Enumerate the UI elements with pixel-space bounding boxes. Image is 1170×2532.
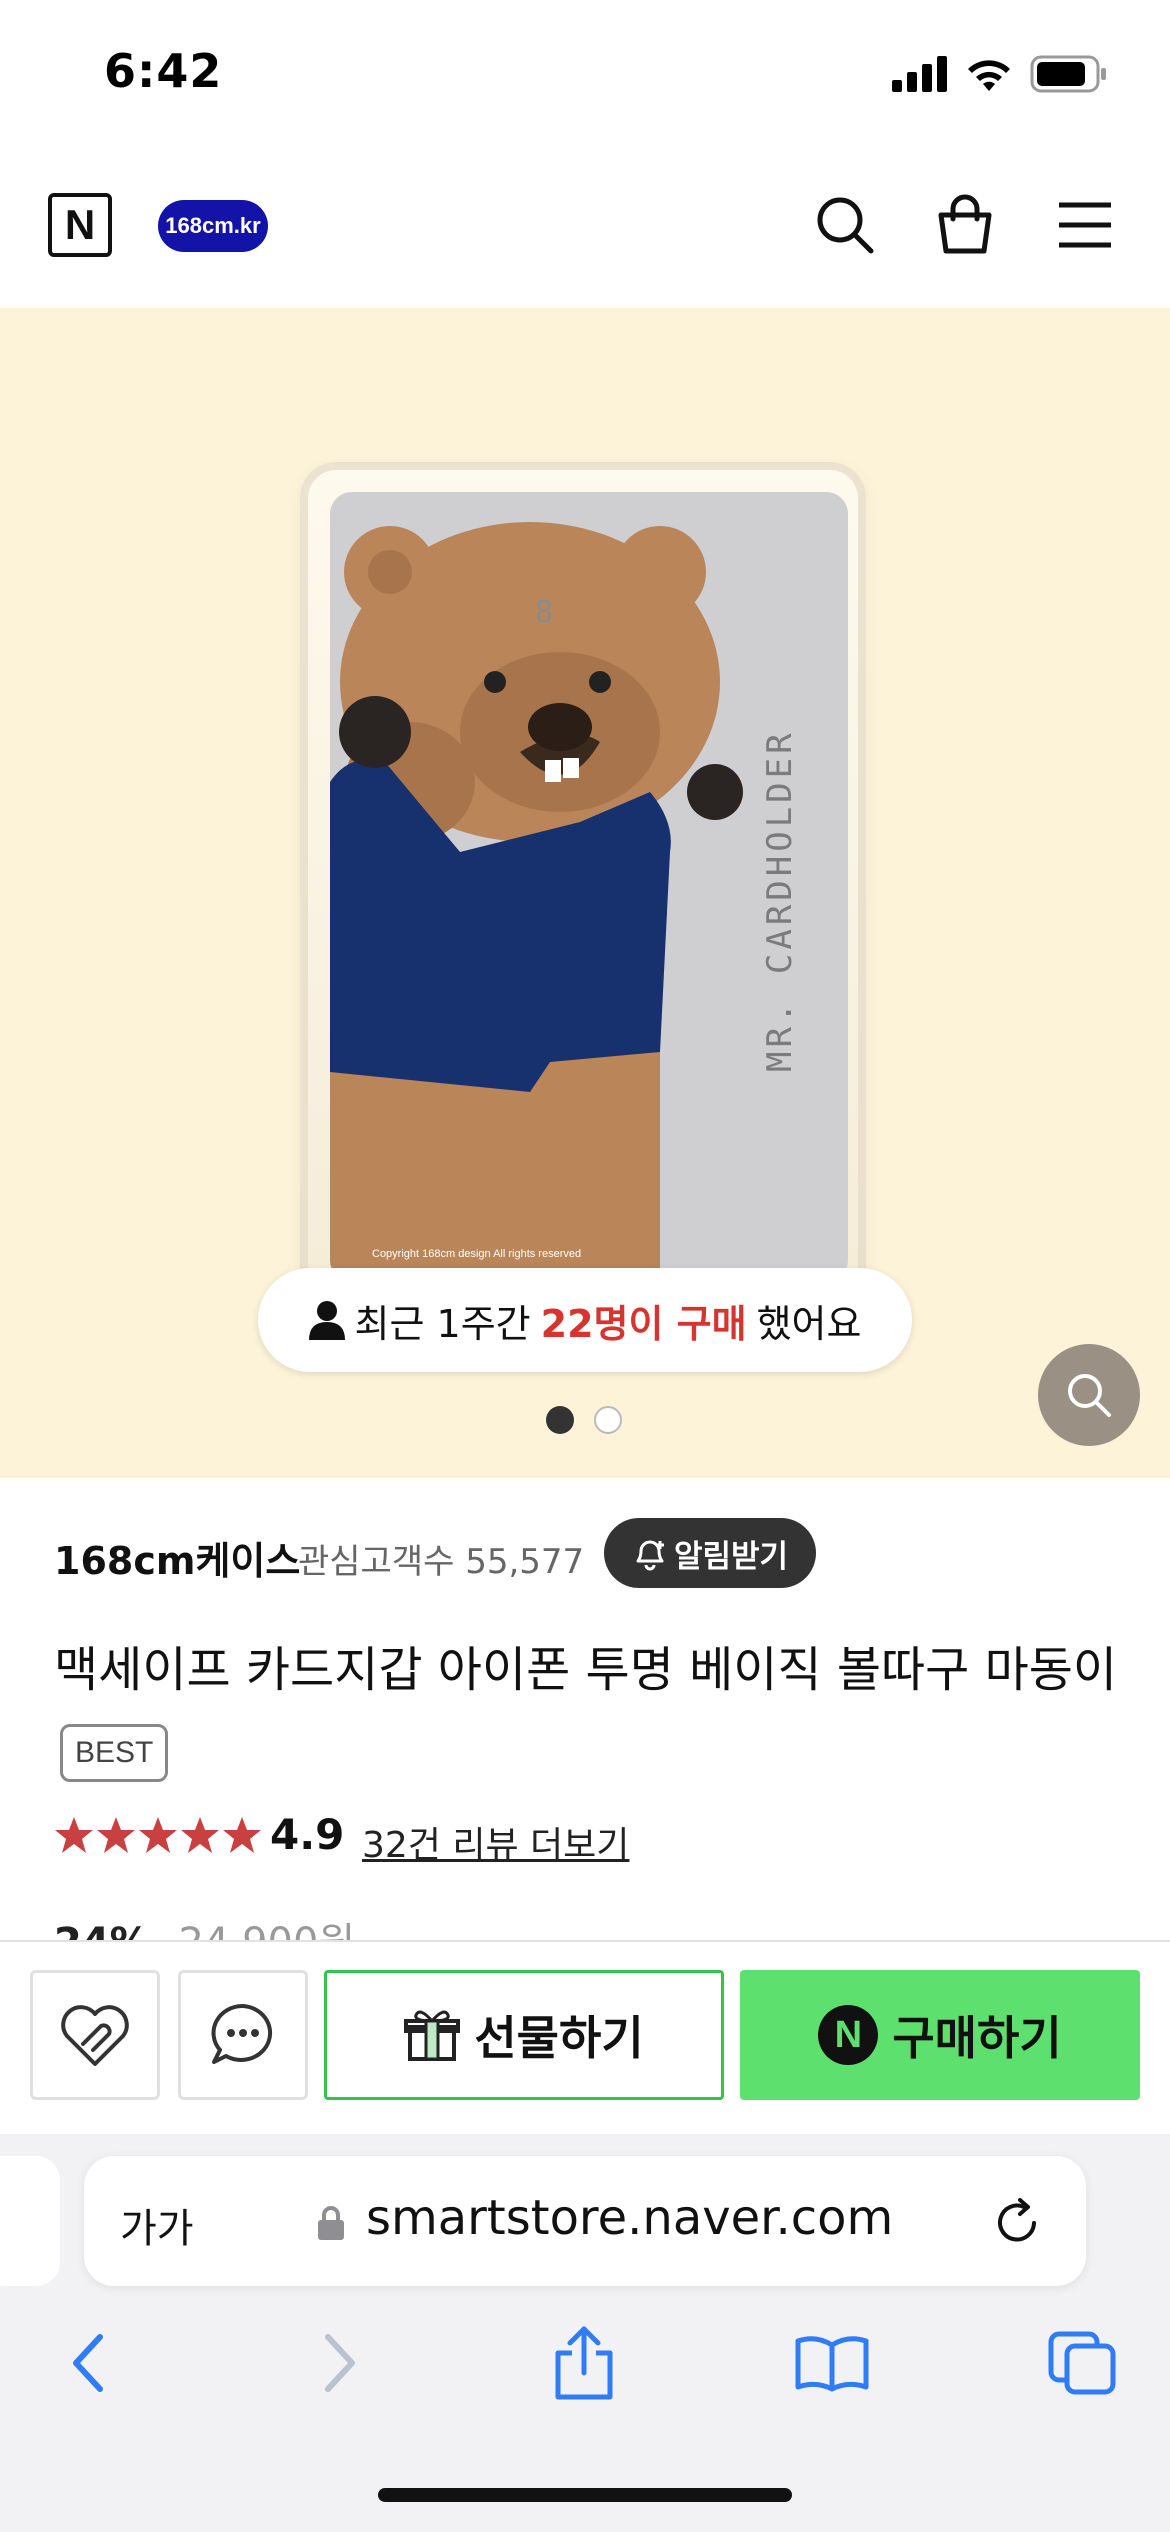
heart-clip-icon <box>61 2005 129 2066</box>
seller-name[interactable]: 168cm케이스 <box>54 1530 300 1585</box>
star-icon <box>97 1817 135 1853</box>
rating-value: 4.9 <box>270 1810 345 1859</box>
bookmarks-icon[interactable] <box>784 2318 880 2408</box>
status-time: 6:42 <box>104 44 223 98</box>
image-zoom-button[interactable] <box>1038 1344 1140 1446</box>
magnifier-icon <box>1068 1374 1111 1417</box>
card-holder-text: MR. CARDHOLDER <box>760 729 800 1072</box>
buy-label: 구매하기 <box>892 2011 1062 2065</box>
person-icon <box>308 1301 345 1340</box>
chat-button[interactable] <box>178 1970 308 2100</box>
gift-label: 선물하기 <box>474 2011 644 2065</box>
product-title-text: 맥세이프 카드지갑 아이폰 투명 베이직 볼따구 마동이 <box>54 1642 1118 1698</box>
search-icon[interactable] <box>810 190 880 260</box>
tabs-icon[interactable] <box>1034 2318 1130 2408</box>
buy-button[interactable]: N 구매하기 <box>740 1970 1140 2100</box>
back-icon[interactable] <box>40 2318 136 2408</box>
gift-button[interactable]: 선물하기 <box>324 1970 724 2100</box>
rating-stars <box>54 1815 262 1855</box>
recent-purchase-notice: 최근 1주간 22명이 구매 했어요 <box>258 1268 912 1372</box>
carousel-dot-active[interactable] <box>546 1406 574 1434</box>
svg-text:8: 8 <box>535 595 553 630</box>
gift-icon <box>404 2010 461 2061</box>
previous-tab-peek[interactable] <box>0 2156 60 2286</box>
status-icons <box>892 50 1108 98</box>
naver-pay-icon: N <box>818 2005 879 2065</box>
notice-prefix: 최근 1주간 <box>354 1301 531 1346</box>
cart-icon[interactable] <box>930 190 1000 260</box>
carousel-dot[interactable] <box>594 1406 622 1434</box>
wifi-icon <box>968 60 1010 91</box>
share-icon[interactable] <box>536 2318 632 2408</box>
naver-store-logo[interactable]: N <box>48 193 112 257</box>
star-icon <box>55 1817 93 1853</box>
notify-button[interactable]: 알림받기 <box>604 1518 816 1588</box>
copyright-text: Copyright 168cm design All rights reserv… <box>372 1248 582 1260</box>
reload-icon[interactable] <box>990 2196 1044 2250</box>
wishlist-button[interactable] <box>30 1970 160 2100</box>
url-text[interactable]: smartstore.naver.com <box>366 2190 893 2246</box>
notify-label: 알림받기 <box>673 1538 789 1575</box>
card-wallet-image: 8 MR. CARDHOLDER 5235 Copyright 168cm de… <box>330 492 848 1282</box>
review-link[interactable]: 32건 리뷰 더보기 <box>362 1816 629 1868</box>
interest-count: 관심고객수 55,577 <box>298 1542 585 1582</box>
product-title: 맥세이프 카드지갑 아이폰 투명 베이직 볼따구 마동이 BEST <box>54 1630 1134 1790</box>
lock-icon <box>318 2206 344 2240</box>
brand-badge[interactable]: 168cm.kr <box>158 200 268 252</box>
menu-icon[interactable] <box>1050 190 1120 260</box>
text-size-button[interactable]: 가가 <box>120 2196 194 2254</box>
chat-bubble-icon <box>211 2003 273 2064</box>
cellular-signal-icon <box>892 56 947 92</box>
bell-plus-icon <box>636 1540 664 1571</box>
star-icon <box>139 1817 177 1853</box>
home-indicator <box>378 2488 792 2502</box>
battery-icon <box>1030 55 1106 93</box>
best-badge: BEST <box>60 1724 169 1782</box>
star-icon <box>181 1817 219 1853</box>
notice-suffix: 했어요 <box>756 1301 862 1346</box>
star-icon <box>223 1817 261 1853</box>
notice-highlight: 22명이 구매 <box>540 1301 747 1346</box>
forward-icon[interactable] <box>292 2318 388 2408</box>
